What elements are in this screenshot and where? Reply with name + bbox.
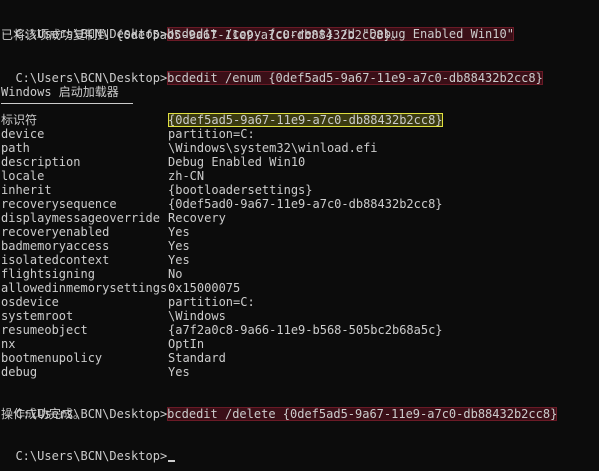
entry-value: Debug Enabled Win10 bbox=[168, 155, 306, 169]
entry-value: partition=C: bbox=[168, 127, 255, 141]
command-line-copy: C:\Users\BCN\Desktop>bcdedit /copy {curr… bbox=[1, 13, 514, 41]
entry-value: Recovery bbox=[168, 211, 226, 225]
section-heading: Windows 启动加载器 bbox=[1, 85, 119, 99]
command-line-enum: C:\Users\BCN\Desktop>bcdedit /enum {0def… bbox=[1, 57, 543, 85]
entry-key: badmemoryaccess bbox=[1, 239, 110, 253]
entry-key: debug bbox=[1, 365, 38, 379]
entry-value: OptIn bbox=[168, 337, 205, 351]
entry-key: recoverysequence bbox=[1, 197, 117, 211]
heading-underline bbox=[1, 103, 133, 104]
entry-value: partition=C: bbox=[168, 295, 255, 309]
entry-value: 0x15000075 bbox=[168, 281, 241, 295]
entry-key: allowedinmemorysettings bbox=[1, 281, 168, 295]
entry-value: \Windows\system32\winload.efi bbox=[168, 141, 378, 155]
entry-key: nx bbox=[1, 337, 16, 351]
entry-value: No bbox=[168, 267, 183, 281]
current-prompt-line[interactable]: C:\Users\BCN\Desktop> bbox=[1, 435, 176, 463]
entry-value: Standard bbox=[168, 351, 226, 365]
entry-key: systemroot bbox=[1, 309, 74, 323]
identifier-value: {0def5ad5-9a67-11e9-a7c0-db88432b2cc8} bbox=[168, 113, 443, 127]
text-cursor bbox=[168, 460, 176, 462]
entry-key: flightsigning bbox=[1, 267, 95, 281]
entry-value: Yes bbox=[168, 225, 190, 239]
entry-key: isolatedcontext bbox=[1, 253, 110, 267]
entry-key: osdevice bbox=[1, 295, 59, 309]
entry-key: displaymessageoverride bbox=[1, 211, 160, 225]
delete-result-output: 操作成功完成。 bbox=[1, 407, 86, 421]
entry-value: Yes bbox=[168, 253, 190, 267]
command-enum[interactable]: bcdedit /enum {0def5ad5-9a67-11e9-a7c0-d… bbox=[167, 71, 543, 85]
entry-key: recoveryenabled bbox=[1, 225, 110, 239]
prompt: C:\Users\BCN\Desktop> bbox=[15, 449, 168, 463]
entry-key: locale bbox=[1, 169, 45, 183]
copy-result-output: 已将该项成功复制到 {0def5ad5-9a67-11e9-a7c0-db884… bbox=[1, 28, 403, 42]
prompt: C:\Users\BCN\Desktop> bbox=[15, 71, 168, 85]
entry-value: {bootloadersettings} bbox=[168, 183, 313, 197]
entry-key: device bbox=[1, 127, 45, 141]
terminal-window[interactable]: { "terminal": { "prompt": "C:\\Users\\BC… bbox=[0, 0, 599, 471]
entry-key: inherit bbox=[1, 183, 52, 197]
command-delete[interactable]: bcdedit /delete {0def5ad5-9a67-11e9-a7c0… bbox=[167, 407, 558, 421]
entry-key: path bbox=[1, 141, 30, 155]
entry-value: \Windows bbox=[168, 309, 226, 323]
entry-value: zh-CN bbox=[168, 169, 205, 183]
entry-value: Yes bbox=[168, 365, 190, 379]
command-line-delete: C:\Users\BCN\Desktop>bcdedit /delete {0d… bbox=[1, 393, 558, 421]
entry-key: bootmenupolicy bbox=[1, 351, 103, 365]
entry-value: {0def5ad0-9a67-11e9-a7c0-db88432b2cc8} bbox=[168, 197, 443, 211]
entry-value: {a7f2a0c8-9a66-11e9-b568-505bc2b68a5c} bbox=[168, 323, 443, 337]
entry-key: resumeobject bbox=[1, 323, 88, 337]
entry-key: 标识符 bbox=[1, 113, 38, 127]
entry-value: Yes bbox=[168, 239, 190, 253]
entry-key: description bbox=[1, 155, 81, 169]
